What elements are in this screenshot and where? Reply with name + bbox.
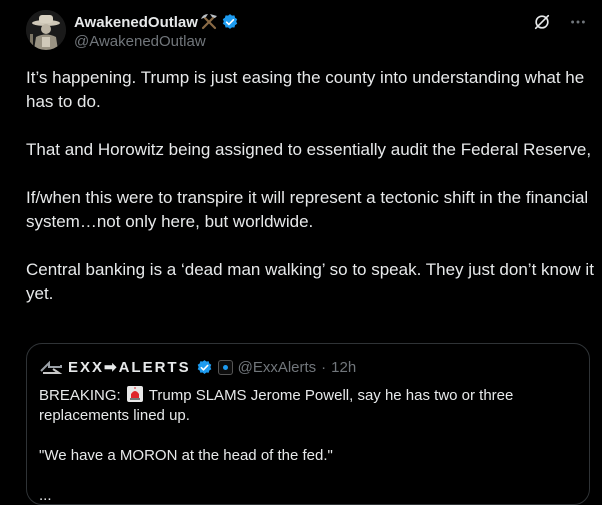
author-avatar[interactable] bbox=[26, 10, 66, 50]
tweet-text: It’s happening. Trump is just easing the… bbox=[26, 66, 594, 330]
quoted-paragraph: ... bbox=[39, 487, 52, 504]
siren-icon bbox=[126, 386, 143, 402]
more-options-button[interactable] bbox=[568, 14, 588, 34]
quoted-tweet-text: BREAKING: Trump SLAMS Jerome Powell, say… bbox=[39, 386, 569, 504]
quoted-tweet-header: EXX➡ALERTS @ExxAlerts · 12h bbox=[39, 357, 356, 377]
tweet-paragraph: That and Horowitz being assigned to esse… bbox=[26, 140, 592, 159]
quoted-author-avatar[interactable] bbox=[39, 357, 63, 377]
verified-badge-icon[interactable] bbox=[221, 13, 239, 31]
more-dots-icon bbox=[569, 13, 587, 36]
quoted-paragraph: BREAKING: Trump SLAMS Jerome Powell, say… bbox=[39, 386, 569, 426]
separator-dot: · bbox=[321, 358, 327, 376]
quoted-paragraph: "We have a MORON at the head of the fed.… bbox=[39, 447, 333, 464]
author-display-name[interactable]: AwakenedOutlaw bbox=[74, 14, 198, 31]
grok-icon bbox=[533, 13, 551, 36]
quoted-tweet-card[interactable]: EXX➡ALERTS @ExxAlerts · 12h BREAKING: Tr… bbox=[26, 343, 590, 505]
grok-button[interactable] bbox=[532, 14, 552, 34]
quoted-author-handle[interactable]: @ExxAlerts bbox=[238, 359, 317, 376]
hammer-and-pick-icon bbox=[200, 13, 218, 31]
quoted-author-name[interactable]: EXX➡ALERTS bbox=[68, 358, 191, 376]
author-name-row: AwakenedOutlaw bbox=[74, 12, 239, 32]
tweet-paragraph: Central banking is a ‘dead man walking’ … bbox=[26, 260, 594, 303]
tweet-top-actions bbox=[532, 14, 588, 34]
quoted-verified-badge-icon[interactable] bbox=[196, 359, 213, 376]
tweet-paragraph: If/when this were to transpire it will r… bbox=[26, 188, 589, 231]
tweet-paragraph: It’s happening. Trump is just easing the… bbox=[26, 68, 585, 111]
breaking-label: BREAKING: bbox=[39, 387, 121, 404]
author-handle[interactable]: @AwakenedOutlaw bbox=[74, 33, 206, 50]
quoted-tweet-time[interactable]: 12h bbox=[331, 359, 356, 376]
affiliate-badge-icon[interactable] bbox=[217, 359, 233, 375]
